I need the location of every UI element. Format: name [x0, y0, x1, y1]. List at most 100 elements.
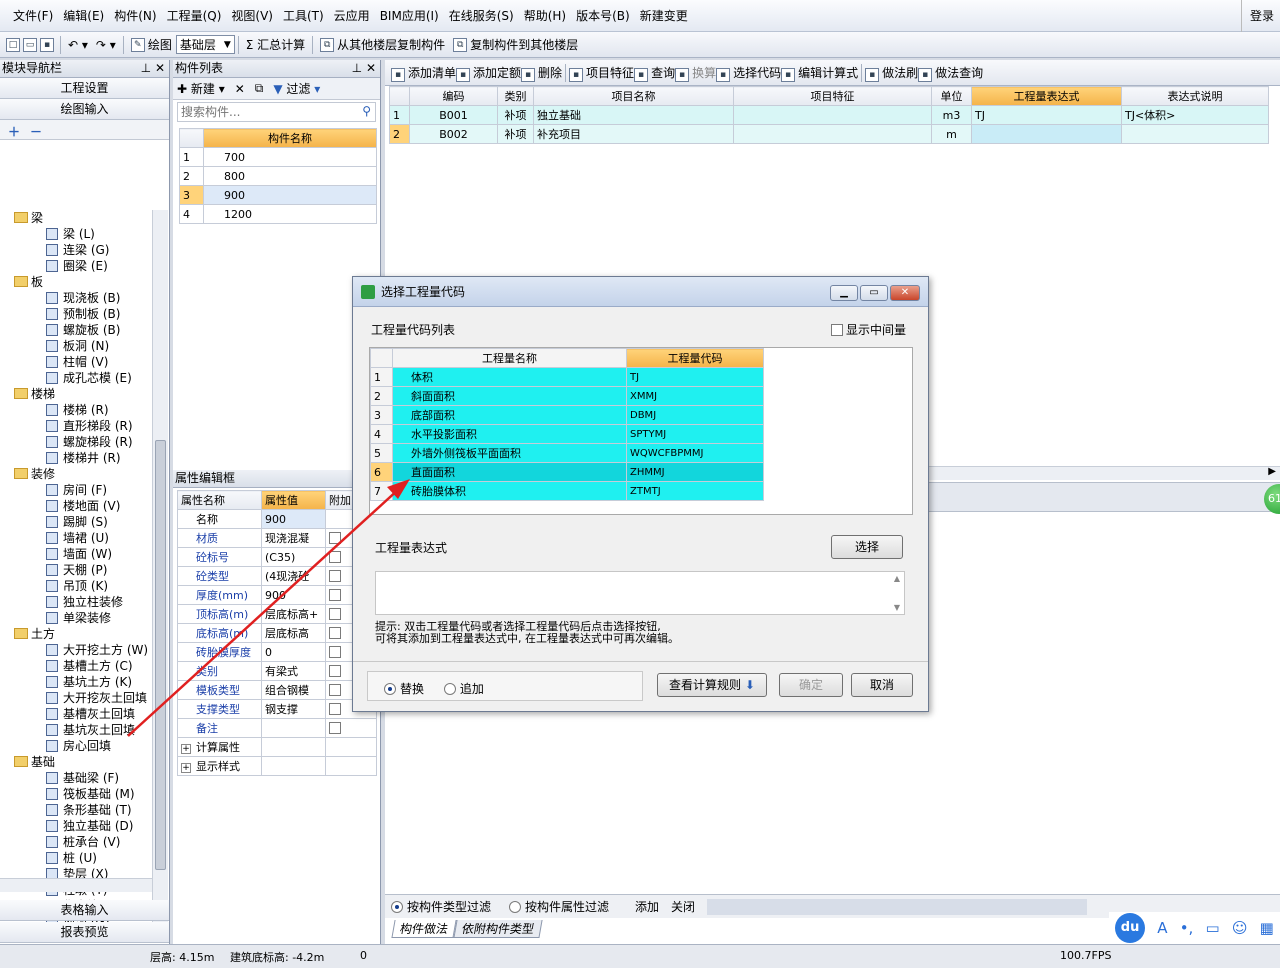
col-quantity-code[interactable]: 工程量代码 — [626, 348, 764, 368]
property-row[interactable]: 名称 900 — [177, 509, 377, 529]
scroll-down-icon[interactable]: ▼ — [894, 603, 900, 612]
component-name-cell[interactable]: 800 — [203, 166, 377, 186]
cell[interactable]: TJ — [971, 105, 1122, 125]
quantity-name-cell[interactable]: 外墙外侧筏板平面面积 — [392, 443, 627, 463]
cell[interactable]: B001 — [409, 105, 498, 125]
tree-item[interactable]: 连梁 (G) — [0, 242, 152, 258]
tree-item[interactable]: 墙裙 (U) — [0, 530, 152, 546]
property-row[interactable]: 类别 有梁式 — [177, 661, 377, 681]
menu-item-7[interactable]: BIM应用(I) — [375, 0, 444, 32]
quantity-name-cell[interactable]: 水平投影面积 — [392, 424, 627, 444]
extra-checkbox[interactable] — [329, 588, 341, 601]
col-category[interactable]: 类别 — [497, 86, 534, 106]
quantity-code-cell[interactable]: WQWCFBPMMJ — [626, 443, 764, 463]
method-row[interactable]: 2 B002 补项 补充项目 m — [389, 124, 1269, 144]
undo-icon[interactable]: ↶ ▾ — [64, 34, 92, 56]
checkbox-box[interactable] — [830, 324, 843, 336]
property-value[interactable]: 钢支撑 — [261, 699, 326, 719]
copy-to-floor-button[interactable]: ⧉ 复制构件到其他楼层 — [449, 34, 582, 56]
code-row[interactable]: 4 水平投影面积 SPTYMJ — [370, 424, 764, 444]
menu-item-9[interactable]: 帮助(H) — [519, 0, 571, 32]
maximize-button[interactable]: ▭ — [860, 285, 888, 301]
cell[interactable]: m3 — [931, 105, 972, 125]
property-row[interactable]: 支撑类型 钢支撑 — [177, 699, 377, 719]
tree-item[interactable]: 筏板基础 (M) — [0, 786, 152, 802]
menu-item-4[interactable]: 视图(V) — [226, 0, 278, 32]
font-icon[interactable]: A — [1157, 919, 1167, 937]
close-icon[interactable]: ⊥ ✕ — [141, 60, 165, 77]
cell[interactable]: 1 — [389, 105, 410, 125]
scroll-thumb[interactable] — [155, 440, 166, 870]
property-value[interactable]: 层底标高+ — [261, 604, 326, 624]
minimize-button[interactable]: ▁ — [830, 285, 858, 301]
quantity-code-cell[interactable]: TJ — [626, 367, 764, 387]
screen-icon[interactable]: ▭ — [1205, 919, 1219, 937]
cell[interactable]: B002 — [409, 124, 498, 144]
replace-radio[interactable] — [384, 683, 396, 695]
chevron-right-icon[interactable]: ▶ — [1268, 466, 1276, 477]
open-folder-icon[interactable]: ▭ — [23, 37, 37, 52]
quantity-code-cell[interactable]: SPTYMJ — [626, 424, 764, 444]
component-name-cell[interactable]: 700 — [203, 147, 377, 167]
tree-scrollbar[interactable] — [152, 210, 168, 932]
nav-button-project-settings[interactable]: 工程设置 — [0, 78, 169, 99]
property-value[interactable]: 900 — [261, 509, 326, 529]
cell[interactable]: 补项 — [497, 105, 534, 125]
property-row[interactable]: 砖胎膜厚度 0 — [177, 642, 377, 662]
cell[interactable]: 补项 — [497, 124, 534, 144]
filter-button[interactable]: ▼ 过滤 ▾ — [273, 80, 320, 97]
menu-item-0[interactable]: 文件(F) — [8, 0, 58, 32]
close-icon[interactable]: ⊥ ✕ — [352, 60, 376, 77]
quantity-code-cell[interactable]: XMMJ — [626, 386, 764, 406]
toolbar-button-3[interactable]: ▪ 项目特征 — [569, 64, 634, 82]
extra-checkbox[interactable] — [329, 626, 341, 639]
filter-field[interactable] — [707, 898, 1088, 915]
table-row[interactable]: 3 900 — [179, 185, 377, 205]
cell[interactable] — [733, 105, 932, 125]
property-row[interactable]: 模板类型 组合钢模 — [177, 680, 377, 700]
tree-item[interactable]: 独立基础 (D) — [0, 818, 152, 834]
quantity-name-cell[interactable]: 底部面积 — [392, 405, 627, 425]
search-icon[interactable]: ⚲ — [362, 104, 371, 118]
property-row[interactable]: 砼类型 (4现浇砼 — [177, 566, 377, 586]
quantity-name-cell[interactable]: 砖胎膜体积 — [392, 481, 627, 501]
tree-item[interactable]: 预制板 (B) — [0, 306, 152, 322]
toolbar-button-9[interactable]: ▪ 做法查询 — [918, 64, 983, 82]
tree-item[interactable]: 螺旋板 (B) — [0, 322, 152, 338]
tree-item[interactable]: 桩承台 (V) — [0, 834, 152, 850]
menu-item-6[interactable]: 云应用 — [329, 0, 375, 32]
col-code[interactable]: 编码 — [409, 86, 498, 106]
property-group[interactable]: + 显示样式 — [177, 756, 377, 776]
component-name-cell[interactable]: 1200 — [203, 204, 377, 224]
toolbar-button-7[interactable]: ▪ 编辑计算式 — [781, 64, 858, 82]
toolbar-button-4[interactable]: ▪ 查询 — [634, 64, 675, 82]
property-value[interactable]: (C35) — [261, 547, 326, 567]
col-item-feature[interactable]: 项目特征 — [733, 86, 932, 106]
tab-component-method[interactable]: 构件做法 — [391, 920, 457, 938]
toolbar-button-0[interactable]: ▪ 添加清单 — [391, 64, 456, 82]
user-icon[interactable]: ☺ — [1232, 919, 1248, 937]
tree-item[interactable]: 天棚 (P) — [0, 562, 152, 578]
component-search[interactable]: ⚲ — [177, 102, 376, 122]
property-row[interactable]: 顶标高(m) 层底标高+ — [177, 604, 377, 624]
delete-icon[interactable]: ✕ — [235, 82, 245, 96]
code-row[interactable]: 7 砖胎膜体积 ZTMTJ — [370, 481, 764, 501]
extra-checkbox[interactable] — [329, 550, 341, 563]
extra-checkbox[interactable] — [329, 607, 341, 620]
cell[interactable]: m — [931, 124, 972, 144]
col-item-name[interactable]: 项目名称 — [533, 86, 734, 106]
code-row[interactable]: 6 直面面积 ZHMMJ — [370, 462, 764, 482]
menu-item-11[interactable]: 新建变更 — [635, 0, 693, 32]
tree-item[interactable]: 基坑土方 (K) — [0, 674, 152, 690]
tree-item[interactable]: 独立柱装修 — [0, 594, 152, 610]
extra-checkbox[interactable] — [329, 531, 341, 544]
extra-checkbox[interactable] — [329, 664, 341, 677]
tree-group[interactable]: 基础 — [0, 754, 152, 770]
property-value[interactable]: 现浇混凝 — [261, 528, 326, 548]
tree-item[interactable]: 圈梁 (E) — [0, 258, 152, 274]
expression-input[interactable]: ▲ ▼ — [375, 571, 905, 615]
tree-item[interactable]: 墙面 (W) — [0, 546, 152, 562]
grid-icon[interactable]: ▦ — [1260, 919, 1274, 937]
tree-item[interactable]: 房心回填 — [0, 738, 152, 754]
table-row[interactable]: 2 800 — [179, 166, 377, 186]
